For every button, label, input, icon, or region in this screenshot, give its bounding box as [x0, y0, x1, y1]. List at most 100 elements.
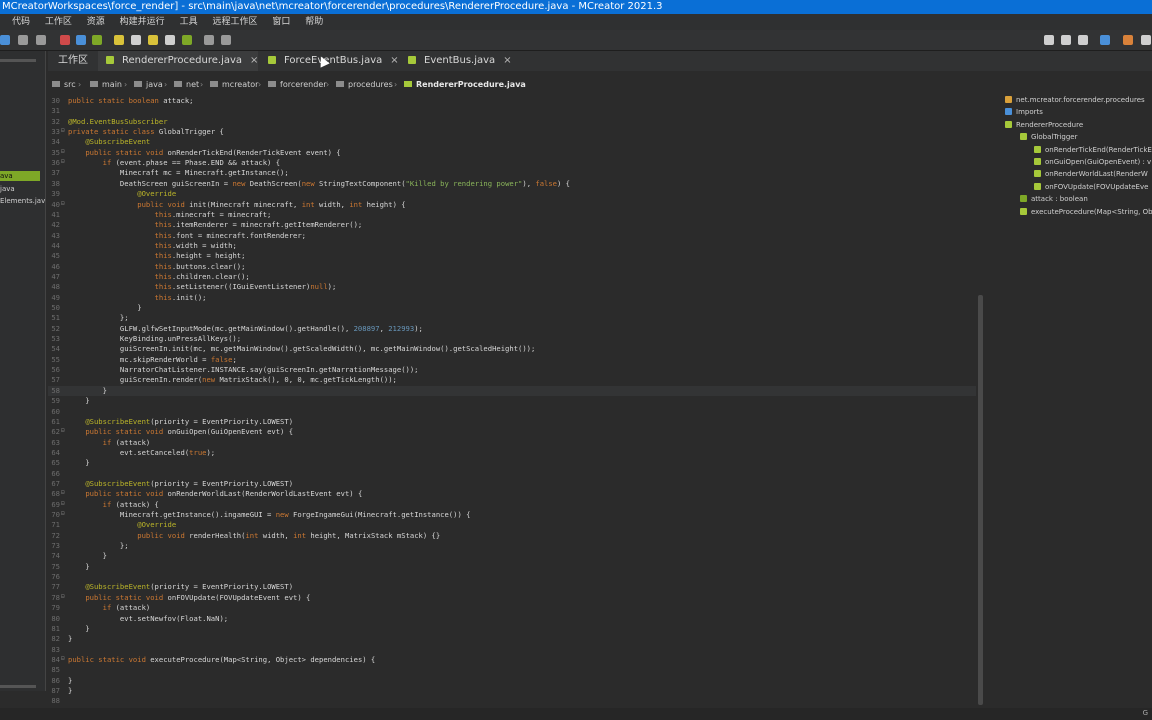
element-icon[interactable]	[60, 35, 70, 45]
code-line[interactable]: 73 };	[48, 541, 976, 551]
file-item[interactable]: java	[0, 184, 15, 194]
code-line[interactable]: 64 evt.setCanceled(true);	[48, 448, 976, 458]
fold-icon[interactable]: ⊟	[61, 489, 65, 496]
code-line[interactable]: 33 ⊟ private static class GlobalTrigger {	[48, 127, 976, 137]
code-line[interactable]: 82}	[48, 634, 976, 644]
fold-icon[interactable]: ⊟	[61, 127, 65, 134]
code-line[interactable]: 70 ⊟ Minecraft.getInstance().ingameGUI = …	[48, 510, 976, 520]
code-line[interactable]: 32 @Mod.EventBusSubscriber	[48, 117, 976, 127]
code-line[interactable]: 43 this.font = minecraft.fontRenderer;	[48, 231, 976, 241]
code-line[interactable]: 38 DeathScreen guiScreenIn = new DeathSc…	[48, 179, 976, 189]
code-line[interactable]: 76	[48, 572, 976, 582]
code-line[interactable]: 31	[48, 106, 976, 116]
code-line[interactable]: 37 Minecraft mc = Minecraft.getInstance(…	[48, 168, 976, 178]
code-line[interactable]: 59 }	[48, 396, 976, 406]
outline-item[interactable]: attack : boolean	[1020, 193, 1088, 205]
close-icon[interactable]: ×	[250, 55, 258, 66]
code-line[interactable]: 65 }	[48, 458, 976, 468]
code-editor[interactable]: 30 public static boolean attack; 31 32 @Mod.…	[48, 94, 976, 706]
code-line[interactable]: 34 @SubscribeEvent	[48, 137, 976, 147]
arrow-up-icon[interactable]	[1078, 35, 1088, 45]
code-line[interactable]: 55 mc.skipRenderWorld = false;	[48, 355, 976, 365]
fold-icon[interactable]: ⊟	[61, 655, 65, 662]
outline-item[interactable]: RendererProcedure	[1005, 119, 1083, 131]
wrench-icon[interactable]	[165, 35, 175, 45]
code-line[interactable]: 53 KeyBinding.unPressAllKeys();	[48, 334, 976, 344]
breadcrumb-item[interactable]: procedures	[336, 78, 393, 92]
code-line[interactable]: 58 }	[48, 385, 976, 397]
code-line[interactable]: 80 evt.setNewfov(Float.NaN);	[48, 614, 976, 624]
fold-icon[interactable]: ⊟	[61, 158, 65, 165]
code-line[interactable]: 46 this.buttons.clear();	[48, 262, 976, 272]
fold-icon[interactable]: ⊟	[61, 593, 65, 600]
code-line[interactable]: 77 @SubscribeEvent(priority = EventPrior…	[48, 582, 976, 592]
close-icon[interactable]: ×	[390, 55, 398, 66]
breadcrumb-current-file[interactable]: RendererProcedure.java	[404, 78, 526, 92]
outline-item[interactable]: executeProcedure(Map<String, Ob	[1020, 206, 1152, 218]
build-icon[interactable]	[114, 35, 124, 45]
settings-icon[interactable]	[18, 35, 28, 45]
code-line[interactable]: 44 this.width = width;	[48, 241, 976, 251]
code-line[interactable]: 68 ⊟ public static void onRenderWorldLast…	[48, 489, 976, 499]
menu-help[interactable]: 帮助	[305, 14, 323, 30]
breadcrumb-item[interactable]: mcreator	[210, 78, 258, 92]
menu-remote-workspace[interactable]: 远程工作区	[212, 14, 257, 30]
code-line[interactable]: 69 ⊟ if (attack) {	[48, 500, 976, 510]
brush-icon[interactable]	[221, 35, 231, 45]
menu-window[interactable]: 窗口	[272, 14, 290, 30]
breadcrumb-item[interactable]: src	[52, 78, 76, 92]
outline-item[interactable]: net.mcreator.forcerender.procedures	[1005, 94, 1145, 106]
menu-code[interactable]: 代码	[12, 14, 30, 30]
arrow-down-icon[interactable]	[1061, 35, 1071, 45]
code-line[interactable]: 75 }	[48, 562, 976, 572]
code-line[interactable]: 87}	[48, 686, 976, 696]
code-line[interactable]: 42 this.itemRenderer = minecraft.getItem…	[48, 220, 976, 230]
fold-icon[interactable]: ⊟	[61, 500, 65, 507]
code-line[interactable]: 50 }	[48, 303, 976, 313]
code-line[interactable]: 57 guiScreenIn.render(new MatrixStack(),…	[48, 375, 976, 385]
code-line[interactable]: 67 @SubscribeEvent(priority = EventPrior…	[48, 479, 976, 489]
code-line[interactable]: 39 @Override	[48, 189, 976, 199]
more-icon[interactable]	[1141, 35, 1151, 45]
code-line[interactable]: 71 @Override	[48, 520, 976, 530]
code-line[interactable]: 47 this.children.clear();	[48, 272, 976, 282]
panel-scrollbar[interactable]	[0, 685, 36, 688]
hammer-icon[interactable]	[1123, 35, 1133, 45]
code-line[interactable]: 62 ⊟ public static void onGuiOpen(GuiOpen…	[48, 427, 976, 437]
code-line[interactable]: 52 GLFW.glfwSetInputMode(mc.getMainWindo…	[48, 324, 976, 334]
folder-icon[interactable]	[1100, 35, 1110, 45]
close-icon[interactable]: ×	[503, 55, 511, 66]
code-line[interactable]: 61 @SubscribeEvent(priority = EventPrior…	[48, 417, 976, 427]
code-line[interactable]: 88	[48, 696, 976, 706]
code-line[interactable]: 40 ⊟ public void init(Minecraft minecraft…	[48, 200, 976, 210]
editor-scrollbar[interactable]	[978, 295, 983, 705]
breadcrumb-item[interactable]: forcerender	[268, 78, 327, 92]
tool-icon[interactable]	[148, 35, 158, 45]
breadcrumb-item[interactable]: java	[134, 78, 163, 92]
plus-icon[interactable]	[92, 35, 102, 45]
outline-item[interactable]: onRenderWorldLast(RenderW	[1034, 168, 1148, 180]
outline-item[interactable]: onGuiOpen(GuiOpenEvent) : v	[1034, 156, 1151, 168]
save-icon[interactable]	[36, 35, 46, 45]
code-line[interactable]: 79 if (attack)	[48, 603, 976, 613]
code-line[interactable]: 84 ⊟ public static void executeProcedure(M…	[48, 655, 976, 665]
code-line[interactable]: 56 NarratorChatListener.INSTANCE.say(gui…	[48, 365, 976, 375]
code-line[interactable]: 36 ⊟ if (event.phase == Phase.END && atta…	[48, 158, 976, 168]
branch-icon[interactable]	[1044, 35, 1054, 45]
fold-icon[interactable]: ⊟	[61, 148, 65, 155]
workspace-icon[interactable]	[0, 35, 10, 45]
code-line[interactable]: 81 }	[48, 624, 976, 634]
tab-event-bus[interactable]: EventBus.java ×	[400, 51, 512, 71]
code-line[interactable]: 48 this.setListener((IGuiEventListener)n…	[48, 282, 976, 292]
outline-item[interactable]: GlobalTrigger	[1020, 131, 1077, 143]
check-icon[interactable]	[182, 35, 192, 45]
breadcrumb-item[interactable]: net	[174, 78, 199, 92]
menu-tools[interactable]: 工具	[180, 14, 198, 30]
code-line[interactable]: 78 ⊟ public static void onFOVUpdate(FOVUp…	[48, 593, 976, 603]
menu-build-run[interactable]: 构建并运行	[120, 14, 165, 30]
code-line[interactable]: 72 public void renderHealth(int width, i…	[48, 531, 976, 541]
tab-workspace[interactable]: 工作区	[48, 51, 96, 71]
code-line[interactable]: 41 this.minecraft = minecraft;	[48, 210, 976, 220]
outline-item[interactable]: Imports	[1005, 106, 1043, 118]
code-line[interactable]: 66	[48, 469, 976, 479]
